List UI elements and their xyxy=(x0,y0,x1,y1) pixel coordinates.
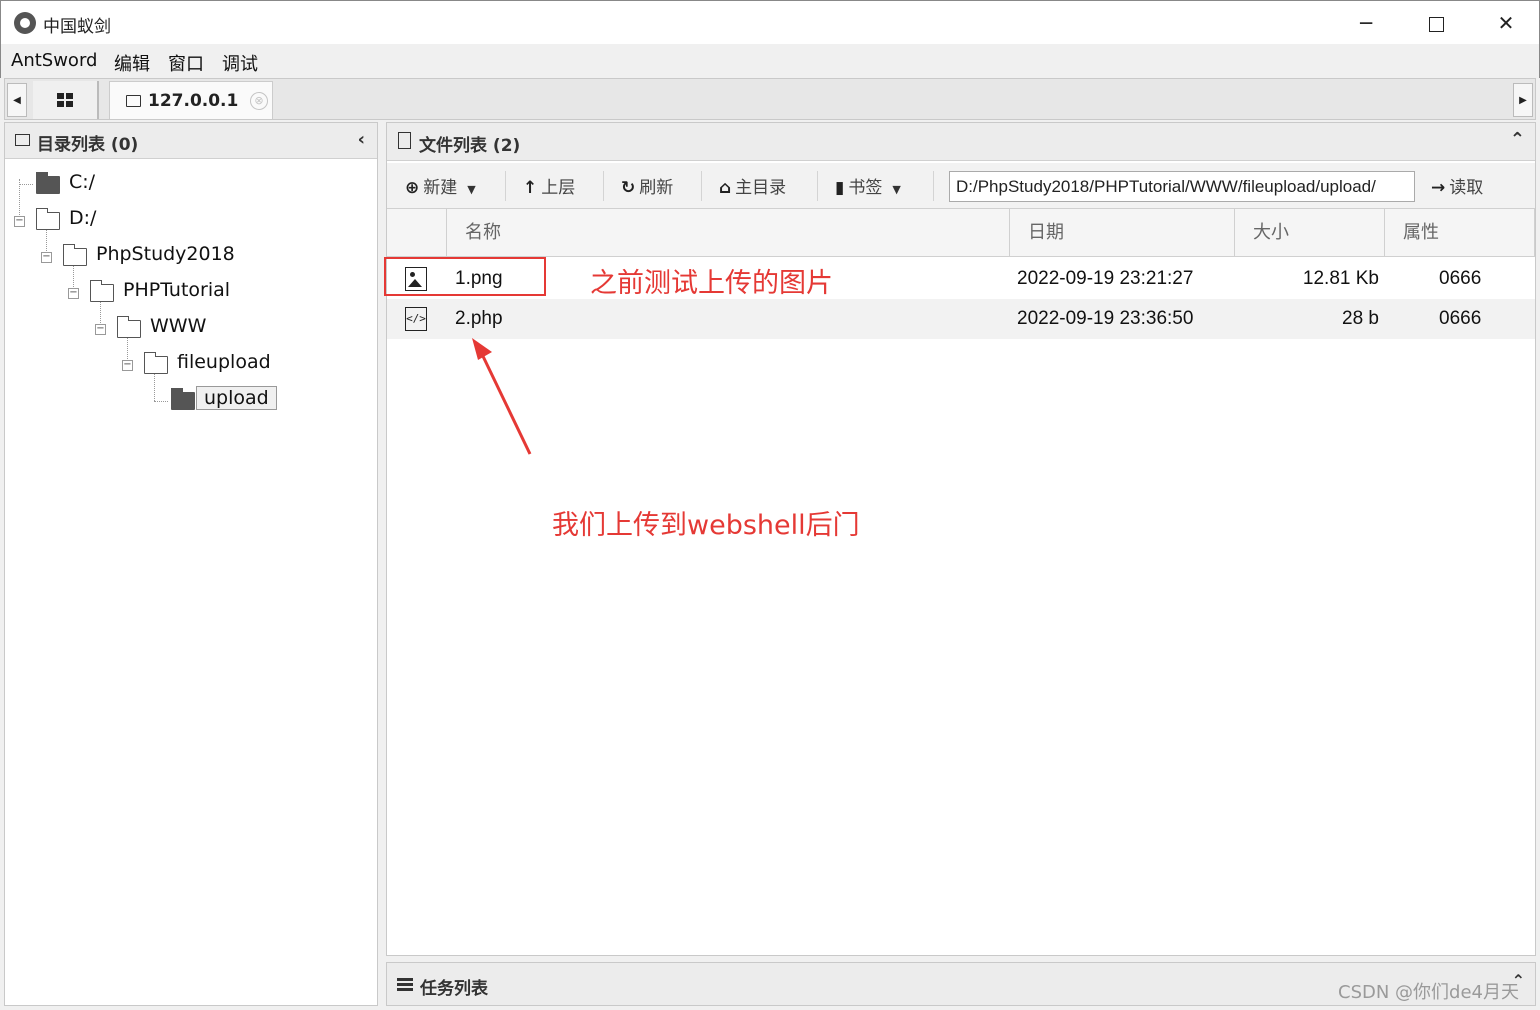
csdn-watermark: CSDN @你们de4月天 xyxy=(1338,982,1519,1003)
file-toolbar: ⊕新建▼ ↑上层 ↻刷新 ⌂主目录 ▮书签▼ →读取 xyxy=(387,163,1535,209)
path-input[interactable] xyxy=(949,171,1415,202)
annotation-arrow xyxy=(472,338,532,455)
folder-icon xyxy=(35,208,60,230)
plus-circle-icon: ⊕ xyxy=(405,178,420,198)
maximize-button[interactable] xyxy=(1401,1,1471,45)
title-bar: 中国蚁剑 ─ ✕ xyxy=(0,0,1540,44)
tree-item-c[interactable]: C:/ xyxy=(5,171,365,199)
tree-item-fileupload[interactable]: − fileupload xyxy=(5,351,365,379)
tree-collapse-toggle[interactable]: − xyxy=(41,252,52,263)
folder-icon xyxy=(35,172,60,194)
file-attr: 0666 xyxy=(1439,268,1482,289)
collapse-left-icon[interactable]: ‹ xyxy=(358,129,365,150)
file-date: 2022-09-19 23:21:27 xyxy=(1017,268,1194,289)
tree-item-label: PhpStudy2018 xyxy=(96,243,235,265)
tab-close-icon[interactable]: ⊗ xyxy=(250,92,268,110)
annotation-highlight-box xyxy=(384,257,546,296)
tab-host-label: 127.0.0.1 xyxy=(148,91,239,111)
tree-collapse-toggle[interactable]: − xyxy=(68,288,79,299)
tree-item-upload[interactable]: upload xyxy=(5,386,365,415)
menu-window[interactable]: 窗口 xyxy=(168,50,204,76)
folder-icon xyxy=(116,316,141,338)
list-icon xyxy=(397,978,413,991)
tab-home[interactable] xyxy=(33,81,99,119)
tab-strip: ◀ 127.0.0.1 ⊗ ▶ xyxy=(4,78,1536,120)
home-icon: ⌂ xyxy=(719,178,732,198)
folder-icon xyxy=(143,352,168,374)
tree-item-phpstudy2018[interactable]: − PhpStudy2018 xyxy=(5,243,365,271)
table-row[interactable]: </> 2.php 2022-09-19 23:36:50 28 b 0666 xyxy=(387,299,1535,339)
read-button[interactable]: → 读取 xyxy=(1431,173,1483,199)
folder-icon xyxy=(126,95,141,107)
bookmark-icon: ▮ xyxy=(835,178,845,198)
window-title: 中国蚁剑 xyxy=(43,17,111,37)
menu-antsword[interactable]: AntSword xyxy=(11,50,97,71)
file-icon xyxy=(398,132,411,149)
file-size: 28 b xyxy=(1342,308,1379,329)
column-name[interactable]: 名称 xyxy=(447,209,1010,257)
refresh-icon: ↻ xyxy=(621,178,636,198)
tree-collapse-toggle[interactable]: − xyxy=(95,324,106,335)
tab-scroll-left-button[interactable]: ◀ xyxy=(7,83,27,117)
file-size: 12.81 Kb xyxy=(1302,268,1379,289)
folder-open-icon xyxy=(170,388,195,410)
tab-host[interactable]: 127.0.0.1 ⊗ xyxy=(109,81,273,119)
tab-scroll-right-button[interactable]: ▶ xyxy=(1513,83,1533,117)
tree-item-label: D:/ xyxy=(69,207,97,229)
menu-bar: AntSword 编辑 窗口 调试 xyxy=(0,44,1540,78)
task-list-title: 任务列表 xyxy=(420,979,488,999)
arrow-right-icon: → xyxy=(1431,178,1446,198)
column-icon xyxy=(387,209,447,257)
collapse-up-icon[interactable]: ⌃ xyxy=(1510,129,1525,150)
caret-down-icon: ▼ xyxy=(467,183,476,196)
folder-icon xyxy=(89,280,114,302)
column-attr[interactable]: 属性 xyxy=(1385,209,1535,257)
antsword-logo-icon xyxy=(14,12,36,34)
grid-icon xyxy=(57,93,73,107)
up-level-button[interactable]: ↑ 上层 xyxy=(523,173,575,199)
tree-item-label: fileupload xyxy=(177,351,271,373)
directory-panel-header: 目录列表 (0) ‹ xyxy=(5,123,377,159)
code-file-icon: </> xyxy=(405,307,427,331)
minimize-button[interactable]: ─ xyxy=(1331,1,1401,45)
tree-item-label: PHPTutorial xyxy=(123,279,231,301)
caret-down-icon: ▼ xyxy=(892,183,901,196)
tree-item-label: WWW xyxy=(150,315,207,337)
folder-icon xyxy=(15,134,30,146)
maximize-icon xyxy=(1428,17,1444,32)
file-date: 2022-09-19 23:36:50 xyxy=(1017,308,1194,329)
new-button[interactable]: ⊕ 新建 ▼ xyxy=(405,173,476,199)
file-attr: 0666 xyxy=(1439,308,1482,329)
home-dir-button[interactable]: ⌂ 主目录 xyxy=(719,173,786,199)
folder-icon xyxy=(62,244,87,266)
arrow-up-icon: ↑ xyxy=(523,178,538,198)
file-list-header: 文件列表 (2) ⌃ xyxy=(387,123,1535,161)
directory-panel-title: 目录列表 (0) xyxy=(37,135,139,155)
grid-header: 名称 日期 大小 属性 xyxy=(387,209,1535,257)
annotation-note-previous-image: 之前测试上传的图片 xyxy=(590,268,833,299)
tree-item-label-selected: upload xyxy=(196,386,277,410)
directory-panel: 目录列表 (0) ‹ C:/ − D:/ − PhpStudy2018 − PH… xyxy=(4,122,378,1006)
tree-item-label: C:/ xyxy=(69,171,96,193)
menu-debug[interactable]: 调试 xyxy=(222,50,258,76)
bookmark-button[interactable]: ▮ 书签 ▼ xyxy=(835,173,901,199)
refresh-button[interactable]: ↻ 刷新 xyxy=(621,173,673,199)
menu-edit[interactable]: 编辑 xyxy=(114,50,150,76)
file-list-title: 文件列表 (2) xyxy=(419,136,521,156)
annotation-note-webshell: 我们上传到webshell后门 xyxy=(552,510,860,541)
tree-item-d[interactable]: − D:/ xyxy=(5,207,365,235)
column-size[interactable]: 大小 xyxy=(1235,209,1385,257)
tree-collapse-toggle[interactable]: − xyxy=(14,216,25,227)
tree-collapse-toggle[interactable]: − xyxy=(122,360,133,371)
close-button[interactable]: ✕ xyxy=(1471,1,1540,45)
column-date[interactable]: 日期 xyxy=(1010,209,1235,257)
table-row[interactable]: 1.png 2022-09-19 23:21:27 12.81 Kb 0666 xyxy=(387,259,1535,299)
tree-item-phptutorial[interactable]: − PHPTutorial xyxy=(5,279,365,307)
tree-item-www[interactable]: − WWW xyxy=(5,315,365,343)
